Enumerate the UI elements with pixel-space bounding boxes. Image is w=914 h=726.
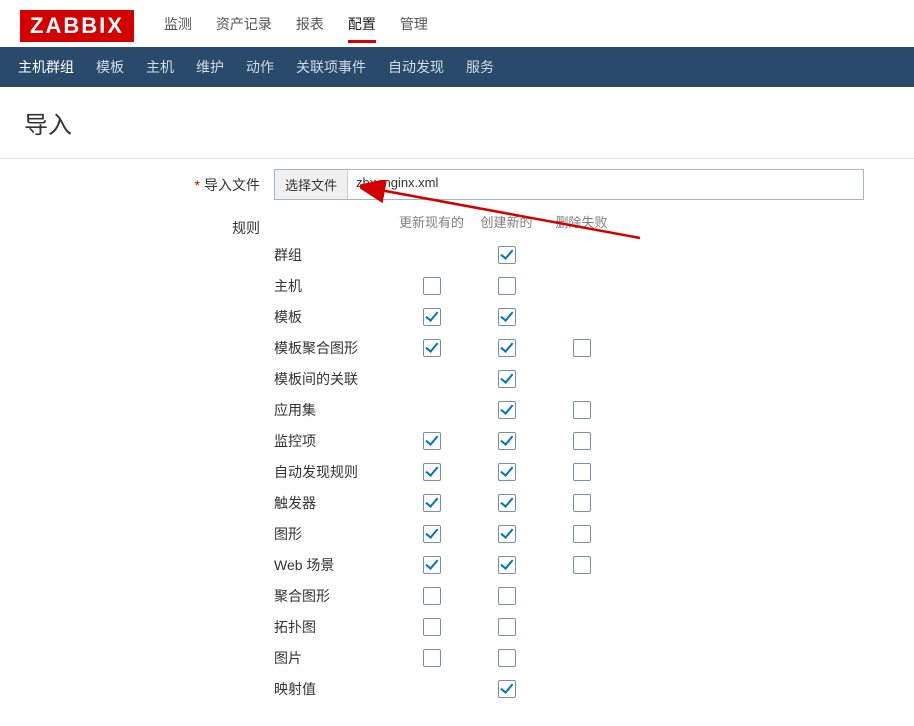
- rule-row: 群组: [274, 239, 619, 270]
- rule-label: 触发器: [274, 493, 394, 513]
- rule-label: 图形: [274, 524, 394, 544]
- rule-row: 自动发现规则: [274, 456, 619, 487]
- subnav-item[interactable]: 维护: [196, 47, 224, 87]
- subnav-item[interactable]: 主机: [146, 47, 174, 87]
- topnav-item[interactable]: 监测: [164, 8, 192, 43]
- checkbox-create[interactable]: [498, 246, 516, 264]
- chosen-file-name: zbx_nginx.xml: [348, 170, 863, 199]
- rule-row: 触发器: [274, 487, 619, 518]
- col-header-delete: 删除失败: [544, 212, 619, 231]
- checkbox-update[interactable]: [423, 432, 441, 450]
- checkbox-delete[interactable]: [573, 556, 591, 574]
- checkbox-update[interactable]: [423, 277, 441, 295]
- checkbox-create[interactable]: [498, 432, 516, 450]
- rules-label: 规则: [24, 212, 274, 238]
- rule-label: Web 场景: [274, 555, 394, 575]
- topnav-item[interactable]: 配置: [348, 8, 376, 43]
- rule-label: 模板: [274, 307, 394, 327]
- checkbox-create[interactable]: [498, 277, 516, 295]
- checkbox-create[interactable]: [498, 680, 516, 698]
- choose-file-button[interactable]: 选择文件: [275, 170, 348, 199]
- checkbox-delete[interactable]: [573, 339, 591, 357]
- rule-label: 映射值: [274, 679, 394, 699]
- checkbox-update[interactable]: [423, 494, 441, 512]
- subnav-item[interactable]: 关联项事件: [296, 47, 366, 87]
- rules-row: 规则 更新现有的 创建新的 删除失败 群组主机模板模板聚合图形模板间的关联应用集…: [24, 212, 890, 704]
- file-input[interactable]: 选择文件 zbx_nginx.xml: [274, 169, 864, 200]
- import-file-label: *导入文件: [24, 169, 274, 195]
- subnav-item[interactable]: 服务: [466, 47, 494, 87]
- checkbox-update[interactable]: [423, 308, 441, 326]
- checkbox-update[interactable]: [423, 649, 441, 667]
- checkbox-create[interactable]: [498, 618, 516, 636]
- rule-label: 聚合图形: [274, 586, 394, 606]
- checkbox-create[interactable]: [498, 556, 516, 574]
- checkbox-create[interactable]: [498, 308, 516, 326]
- rule-label: 群组: [274, 245, 394, 265]
- checkbox-create[interactable]: [498, 401, 516, 419]
- rule-label: 主机: [274, 276, 394, 296]
- checkbox-update[interactable]: [423, 587, 441, 605]
- rule-label: 自动发现规则: [274, 462, 394, 482]
- checkbox-update[interactable]: [423, 463, 441, 481]
- content: *导入文件 选择文件 zbx_nginx.xml 规则 更新现有的 创建新的 删…: [0, 158, 914, 726]
- checkbox-create[interactable]: [498, 525, 516, 543]
- sub-nav-bar: 主机群组模板主机维护动作关联项事件自动发现服务: [0, 47, 914, 87]
- rule-row: 模板: [274, 301, 619, 332]
- topnav-item[interactable]: 资产记录: [216, 8, 272, 43]
- checkbox-delete[interactable]: [573, 401, 591, 419]
- rule-label: 图片: [274, 648, 394, 668]
- subnav-item[interactable]: 动作: [246, 47, 274, 87]
- col-header-create: 创建新的: [469, 212, 544, 231]
- rules-table: 更新现有的 创建新的 删除失败 群组主机模板模板聚合图形模板间的关联应用集监控项…: [274, 212, 619, 704]
- rule-label: 拓扑图: [274, 617, 394, 637]
- rule-row: 图形: [274, 518, 619, 549]
- topnav-item[interactable]: 管理: [400, 8, 428, 43]
- rule-row: 图片: [274, 642, 619, 673]
- page-title: 导入: [24, 105, 890, 140]
- checkbox-update[interactable]: [423, 339, 441, 357]
- rule-label: 模板聚合图形: [274, 338, 394, 358]
- subnav-item[interactable]: 自动发现: [388, 47, 444, 87]
- rule-row: 聚合图形: [274, 580, 619, 611]
- checkbox-delete[interactable]: [573, 463, 591, 481]
- top-bar: ZABBIX 监测资产记录报表配置管理: [0, 0, 914, 47]
- rule-row: 应用集: [274, 394, 619, 425]
- checkbox-create[interactable]: [498, 649, 516, 667]
- checkbox-create[interactable]: [498, 587, 516, 605]
- rule-label: 模板间的关联: [274, 369, 394, 389]
- topnav-item[interactable]: 报表: [296, 8, 324, 43]
- rule-row: 监控项: [274, 425, 619, 456]
- rule-label: 应用集: [274, 400, 394, 420]
- checkbox-create[interactable]: [498, 339, 516, 357]
- checkbox-create[interactable]: [498, 463, 516, 481]
- checkbox-delete[interactable]: [573, 494, 591, 512]
- rules-header: 更新现有的 创建新的 删除失败: [274, 212, 619, 231]
- rule-row: 拓扑图: [274, 611, 619, 642]
- rule-row: Web 场景: [274, 549, 619, 580]
- logo: ZABBIX: [20, 10, 134, 42]
- rule-label: 监控项: [274, 431, 394, 451]
- rule-row: 模板聚合图形: [274, 332, 619, 363]
- checkbox-update[interactable]: [423, 525, 441, 543]
- checkbox-delete[interactable]: [573, 525, 591, 543]
- import-file-row: *导入文件 选择文件 zbx_nginx.xml: [24, 169, 890, 200]
- rule-row: 模板间的关联: [274, 363, 619, 394]
- page-header: 导入: [0, 87, 914, 150]
- rule-row: 主机: [274, 270, 619, 301]
- checkbox-create[interactable]: [498, 494, 516, 512]
- checkbox-create[interactable]: [498, 370, 516, 388]
- checkbox-delete[interactable]: [573, 432, 591, 450]
- top-nav: 监测资产记录报表配置管理: [164, 8, 428, 43]
- subnav-item[interactable]: 主机群组: [18, 47, 74, 87]
- checkbox-update[interactable]: [423, 556, 441, 574]
- subnav-item[interactable]: 模板: [96, 47, 124, 87]
- rule-row: 映射值: [274, 673, 619, 704]
- checkbox-update[interactable]: [423, 618, 441, 636]
- col-header-update: 更新现有的: [394, 212, 469, 231]
